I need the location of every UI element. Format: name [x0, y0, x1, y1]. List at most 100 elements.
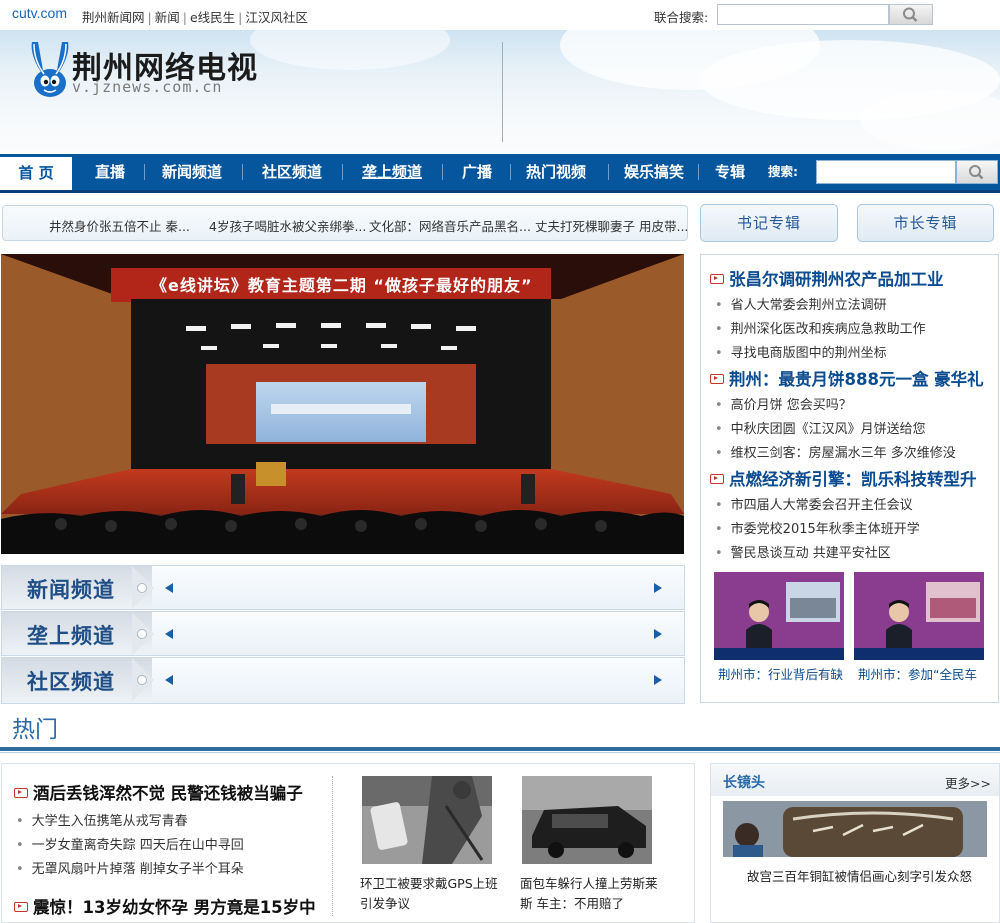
search-icon — [903, 7, 918, 22]
news-headline[interactable]: 荆州：最贵月饼888元一盒 豪华礼 — [710, 366, 984, 390]
top-link-eline[interactable]: e线民生 — [190, 10, 235, 25]
top-link-jianghanfeng[interactable]: 江汉风社区 — [245, 10, 308, 25]
video-thumbnail[interactable] — [854, 572, 984, 660]
video-icon — [710, 274, 724, 284]
nav-entertainment[interactable]: 娱乐搞笑 — [612, 154, 696, 190]
nav-live[interactable]: 直播 — [80, 154, 140, 190]
news-headline-text: 点燃经济新引擎：凯乐科技转型升 — [729, 470, 977, 489]
nav-radio[interactable]: 广播 — [448, 154, 506, 190]
nav-separator — [442, 164, 443, 180]
hot-item[interactable]: 一岁女童离奇失踪 四天后在山中寻回 — [16, 834, 244, 853]
news-headline[interactable]: 张昌尔调研荆州农产品加工业 — [710, 266, 944, 290]
hot-photo[interactable] — [362, 776, 492, 864]
logo-v-mark[interactable] — [28, 36, 72, 104]
news-item[interactable]: 寻找电商版图中的荆州坐标 — [715, 342, 887, 361]
secretary-album-button[interactable]: 书记专辑 — [700, 204, 838, 242]
news-item[interactable]: 市四届人大常委会召开主任会议 — [715, 494, 913, 513]
long-lens-title: 长镜头 — [723, 775, 765, 791]
prev-arrow-icon[interactable] — [165, 583, 173, 593]
nav-news-channel[interactable]: 新闻频道 — [150, 154, 234, 190]
video-icon — [710, 474, 724, 484]
hot-item[interactable]: 大学生入伍携笔从戎写青春 — [16, 810, 188, 829]
hot-divider — [332, 776, 334, 916]
news-item[interactable]: 省人大常委会荆州立法调研 — [715, 294, 887, 313]
car-crash-illustration — [522, 776, 652, 864]
channel-label[interactable]: 垄上频道 — [27, 620, 115, 650]
nav-separator — [698, 164, 699, 180]
long-lens-photo[interactable] — [723, 801, 987, 857]
channel-row-community: 社区频道 — [1, 657, 685, 704]
channel-label[interactable]: 新闻频道 — [27, 574, 115, 604]
video-caption[interactable]: 荆州市：参加“全民车 — [858, 664, 993, 683]
top-link-separator: | — [238, 10, 243, 25]
joint-search-input[interactable] — [717, 4, 889, 25]
bronze-vat-illustration — [723, 801, 987, 857]
joint-search-label: 联合搜索: — [654, 10, 709, 25]
nav-search-label: 搜索: — [768, 164, 798, 179]
nav-separator — [242, 164, 243, 180]
next-arrow-icon[interactable] — [654, 675, 662, 685]
top-link-jznews[interactable]: 荆州新闻网 — [82, 10, 145, 25]
ticker-item[interactable]: 文化部：网络音乐产品黑名... — [369, 216, 531, 235]
hot-headline-text: 震惊！13岁幼女怀孕 男方竟是15岁中 — [33, 898, 316, 917]
featured-photo[interactable]: 《e线讲坛》教育主题第二期 “做孩子最好的朋友” — [1, 254, 684, 554]
nav-home[interactable]: 首 页 — [0, 154, 72, 190]
mayor-album-button[interactable]: 市长专辑 — [857, 204, 994, 242]
nav-longshang-channel[interactable]: 垄上频道 — [350, 154, 434, 190]
nav-hot-videos[interactable]: 热门视频 — [514, 154, 598, 190]
channel-row-longshang: 垄上频道 — [1, 611, 685, 656]
news-item[interactable]: 荆州深化医改和疾病应急救助工作 — [715, 318, 926, 337]
news-item[interactable]: 中秋庆团圆《江汉风》月饼送给您 — [715, 418, 926, 437]
news-item[interactable]: 市委党校2015年秋季主体班开学 — [715, 518, 920, 537]
hot-photo-caption[interactable]: 面包车躲行人撞上劳斯莱斯 车主：不用赔了 — [520, 874, 665, 914]
newscast-illustration — [854, 572, 984, 660]
logo-mascot-icon — [31, 42, 69, 97]
prev-arrow-icon[interactable] — [165, 629, 173, 639]
next-arrow-icon[interactable] — [654, 583, 662, 593]
news-item[interactable]: 高价月饼 您会买吗？ — [715, 394, 852, 413]
video-icon — [14, 902, 28, 912]
hot-headline[interactable]: 酒后丢钱浑然不觉 民警还钱被当骗子 — [14, 780, 303, 804]
news-headline-text: 荆州：最贵月饼888元一盒 豪华礼 — [729, 370, 984, 389]
cutv-brand-link[interactable]: cutv.com — [12, 5, 67, 21]
nav-community-channel[interactable]: 社区频道 — [250, 154, 334, 190]
next-arrow-icon[interactable] — [654, 629, 662, 639]
joint-search-button[interactable] — [889, 4, 933, 25]
channel-label[interactable]: 社区频道 — [27, 666, 115, 696]
top-link-separator: | — [182, 10, 187, 25]
gps-worker-illustration — [362, 776, 492, 864]
ticker-item[interactable]: 丈夫打死棵聊妻子 用皮带... — [535, 216, 688, 235]
news-headline[interactable]: 点燃经济新引擎：凯乐科技转型升 — [710, 466, 977, 490]
top-link-news[interactable]: 新闻 — [155, 10, 180, 25]
news-item[interactable]: 维权三剑客：房屋漏水三年 多次维修没 — [715, 442, 956, 461]
video-thumbnail[interactable] — [714, 572, 844, 660]
nav-separator — [342, 164, 343, 180]
nav-search-button[interactable] — [956, 160, 998, 184]
channel-dot-icon — [137, 629, 147, 639]
hot-photo-caption[interactable]: 环卫工被要求戴GPS上班 引发争议 — [360, 874, 505, 914]
nav-albums[interactable]: 专辑 — [704, 154, 756, 190]
hot-section-rule — [0, 747, 1000, 751]
hot-photo[interactable] — [522, 776, 652, 864]
nav-separator — [144, 164, 145, 180]
nav-separator — [510, 164, 511, 180]
channel-dot-icon — [137, 583, 147, 593]
video-icon — [14, 788, 28, 798]
news-item[interactable]: 警民恳谈互动 共建平安社区 — [715, 542, 891, 561]
hot-item[interactable]: 无罩风扇叶片掉落 削掉女子半个耳朵 — [16, 858, 244, 877]
search-icon — [969, 165, 984, 180]
auditorium-illustration — [1, 254, 684, 554]
ticker-item[interactable]: 4岁孩子喝脏水被父亲绑拳... — [209, 216, 366, 235]
top-link-separator: | — [147, 10, 152, 25]
nav-search-input[interactable] — [816, 160, 956, 184]
ticker-item[interactable]: 井然身价张五倍不止 秦... — [49, 216, 190, 235]
video-caption[interactable]: 荆州市：行业背后有缺 — [718, 664, 853, 683]
banner-divider — [502, 42, 503, 142]
long-lens-caption[interactable]: 故宫三百年铜缸被情侣画心刻字引发众怒 — [747, 866, 972, 885]
logo-url: v.jznews.com.cn — [72, 78, 223, 96]
prev-arrow-icon[interactable] — [165, 675, 173, 685]
news-ticker: 井然身价张五倍不止 秦... 4岁孩子喝脏水被父亲绑拳... 文化部：网络音乐产… — [2, 205, 688, 241]
hot-headline[interactable]: 震惊！13岁幼女怀孕 男方竟是15岁中 — [14, 894, 316, 918]
newscast-illustration — [714, 572, 844, 660]
long-lens-more-link[interactable]: 更多>> — [945, 773, 991, 792]
